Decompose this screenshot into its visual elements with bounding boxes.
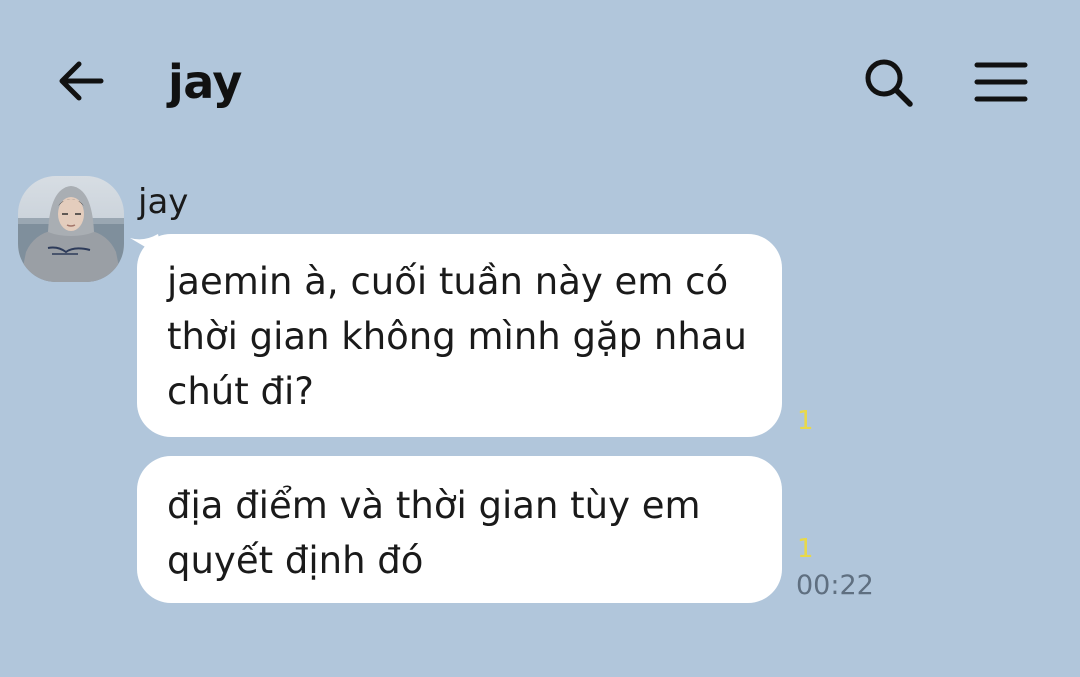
search-button[interactable]	[856, 50, 920, 114]
profile-photo	[18, 176, 124, 282]
back-button[interactable]	[52, 52, 110, 110]
avatar[interactable]	[18, 176, 124, 282]
chat-title: jay	[168, 55, 242, 109]
search-icon	[865, 59, 913, 107]
menu-button[interactable]	[968, 50, 1034, 114]
sender-name: jay	[138, 182, 189, 222]
arrow-left-icon	[59, 61, 104, 101]
unread-count: 1	[797, 534, 814, 564]
chat-header: jay	[0, 0, 1080, 160]
message-timestamp: 00:22	[796, 570, 874, 601]
message-bubble[interactable]: địa điểm và thời gian tùy em quyết định …	[137, 456, 782, 603]
message-bubble[interactable]: jaemin à, cuối tuần này em có thời gian …	[137, 234, 782, 437]
hamburger-menu-icon	[974, 62, 1028, 102]
unread-count: 1	[797, 406, 814, 436]
